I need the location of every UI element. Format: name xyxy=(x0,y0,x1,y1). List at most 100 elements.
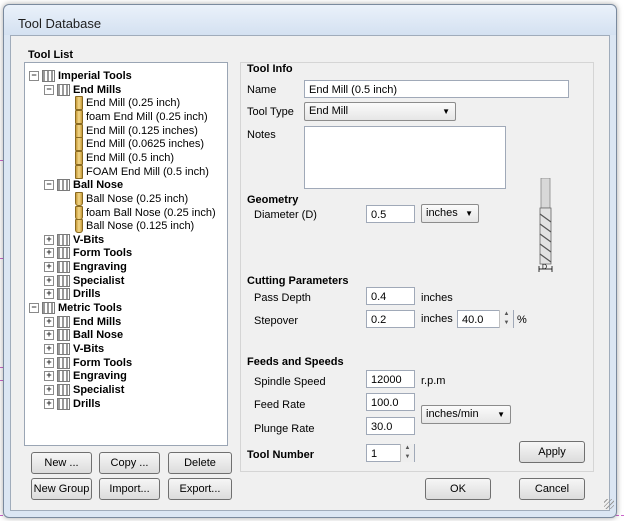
collapse-icon[interactable]: − xyxy=(44,180,54,191)
spin-up-icon[interactable]: ▲ xyxy=(401,444,414,453)
apply-button[interactable]: Apply xyxy=(519,441,585,463)
tree-item-label: Ball Nose (0.25 inch) xyxy=(86,192,189,205)
expand-icon[interactable]: + xyxy=(44,275,54,286)
tree-item[interactable]: + Specialist xyxy=(25,274,227,288)
notes-textarea[interactable] xyxy=(304,126,506,189)
expand-icon[interactable]: + xyxy=(44,384,54,395)
tree-item[interactable]: + Engraving xyxy=(25,369,227,383)
expand-icon[interactable]: + xyxy=(44,316,54,327)
tree-item[interactable]: + V-Bits xyxy=(25,233,227,247)
pass-depth-input[interactable]: 0.4 xyxy=(366,287,415,305)
feed-rate-input[interactable]: 100.0 xyxy=(366,393,415,411)
tree-item[interactable]: End Mill (0.125 inches) xyxy=(25,123,227,138)
tool-group-icon xyxy=(57,315,70,328)
spin-down-icon[interactable]: ▼ xyxy=(401,453,414,462)
tool-group-icon xyxy=(57,397,70,410)
stepover-percent-input[interactable]: 40.0 ▲ ▼ xyxy=(457,310,514,328)
end-mill-icon xyxy=(75,137,83,152)
tool-number-spinner[interactable]: ▲ ▼ xyxy=(400,444,414,462)
tool-group-icon xyxy=(57,83,70,96)
tree-item[interactable]: foam Ball Nose (0.25 inch) xyxy=(25,205,227,220)
tree-item[interactable]: End Mill (0.0625 inches) xyxy=(25,137,227,152)
stepover-percent-value: 40.0 xyxy=(462,314,484,326)
tool-tree[interactable]: − Imperial Tools − End Mills End Mill (0.25 … xyxy=(24,62,228,446)
tool-group-icon xyxy=(57,370,70,383)
tree-item-label: Drills xyxy=(73,397,101,410)
tree-item[interactable]: − Imperial Tools xyxy=(25,69,227,83)
expand-icon[interactable]: + xyxy=(44,371,54,382)
expand-icon[interactable]: + xyxy=(44,357,54,368)
stepover-input[interactable]: 0.2 xyxy=(366,310,415,328)
tree-item-label: Form Tools xyxy=(73,247,133,260)
collapse-icon[interactable]: − xyxy=(29,303,39,314)
tool-list-title: Tool List xyxy=(28,49,74,61)
stepover-unit: inches xyxy=(421,313,453,325)
expand-icon[interactable]: + xyxy=(44,398,54,409)
expand-icon[interactable]: + xyxy=(44,330,54,341)
spindle-speed-input[interactable]: 12000 xyxy=(366,370,415,388)
ok-button[interactable]: OK xyxy=(425,478,491,500)
spin-down-icon[interactable]: ▼ xyxy=(500,319,513,328)
tree-item-label: Engraving xyxy=(73,261,127,274)
tree-item[interactable]: − End Mills xyxy=(25,83,227,97)
import-button[interactable]: Import... xyxy=(99,478,160,500)
notes-label: Notes xyxy=(247,129,276,141)
diameter-input[interactable]: 0.5 xyxy=(366,205,415,223)
tool-info-title: Tool Info xyxy=(247,63,293,75)
spin-up-icon[interactable]: ▲ xyxy=(500,310,513,319)
expand-icon[interactable]: + xyxy=(44,262,54,273)
tree-item[interactable]: End Mill (0.25 inch) xyxy=(25,96,227,111)
expand-icon[interactable]: + xyxy=(44,234,54,245)
expand-icon[interactable]: + xyxy=(44,248,54,259)
tree-item[interactable]: foam End Mill (0.25 inch) xyxy=(25,109,227,124)
tool-group-icon xyxy=(42,70,55,82)
tree-item[interactable]: + Drills xyxy=(25,397,227,411)
end-mill-icon xyxy=(75,109,83,124)
name-input[interactable]: End Mill (0.5 inch) xyxy=(304,80,569,98)
tree-item-label: End Mills xyxy=(73,83,122,96)
tree-item[interactable]: − Metric Tools xyxy=(25,301,227,315)
new-tool-button[interactable]: New ... xyxy=(31,452,92,474)
copy-tool-button[interactable]: Copy ... xyxy=(99,452,160,474)
end-mill-diagram-icon xyxy=(538,178,553,272)
export-button[interactable]: Export... xyxy=(168,478,232,500)
tree-item[interactable]: + Ball Nose xyxy=(25,328,227,342)
tree-item[interactable]: + Form Tools xyxy=(25,356,227,370)
feeds-and-speeds-title: Feeds and Speeds xyxy=(247,356,344,368)
tool-number-input[interactable]: 1 ▲ ▼ xyxy=(366,444,415,462)
tree-item[interactable]: + Drills xyxy=(25,287,227,301)
tool-group-icon xyxy=(57,233,70,246)
collapse-icon[interactable]: − xyxy=(44,84,54,95)
tree-item-label: Imperial Tools xyxy=(58,70,132,82)
tree-item[interactable]: + Specialist xyxy=(25,383,227,397)
cancel-button[interactable]: Cancel xyxy=(519,478,585,500)
expand-icon[interactable]: + xyxy=(44,344,54,354)
tree-item[interactable]: End Mill (0.5 inch) xyxy=(25,150,227,165)
collapse-icon[interactable]: − xyxy=(29,71,39,81)
tree-item-label: End Mills xyxy=(73,315,122,328)
diameter-units-select[interactable]: inches ▼ xyxy=(421,204,479,223)
plunge-rate-input[interactable]: 30.0 xyxy=(366,417,415,435)
end-mill-icon xyxy=(75,150,83,165)
end-mill-icon xyxy=(75,96,83,111)
delete-tool-button[interactable]: Delete xyxy=(168,452,232,474)
tree-item[interactable]: + Engraving xyxy=(25,260,227,274)
tree-item[interactable]: + Form Tools xyxy=(25,246,227,260)
tool-number-value: 1 xyxy=(371,448,378,460)
tool-group-icon xyxy=(57,356,70,369)
new-group-button[interactable]: New Group xyxy=(31,478,92,500)
tool-number-label: Tool Number xyxy=(247,449,315,461)
tree-item[interactable]: − Ball Nose xyxy=(25,178,227,192)
tree-item[interactable]: FOAM End Mill (0.5 inch) xyxy=(25,164,227,179)
tree-item[interactable]: Ball Nose (0.125 inch) xyxy=(25,219,227,234)
tree-item[interactable]: Ball Nose (0.25 inch) xyxy=(25,191,227,206)
tree-item[interactable]: + V-Bits xyxy=(25,342,227,356)
tool-type-select[interactable]: End Mill ▼ xyxy=(304,102,456,121)
tree-item[interactable]: + End Mills xyxy=(25,315,227,329)
resize-grip-icon[interactable] xyxy=(604,499,614,509)
expand-icon[interactable]: + xyxy=(44,289,54,300)
tree-item-label: Specialist xyxy=(73,274,125,287)
rate-units-select[interactable]: inches/min ▼ xyxy=(421,405,511,424)
spindle-speed-label: Spindle Speed xyxy=(254,376,326,388)
stepover-percent-spinner[interactable]: ▲ ▼ xyxy=(499,310,513,328)
